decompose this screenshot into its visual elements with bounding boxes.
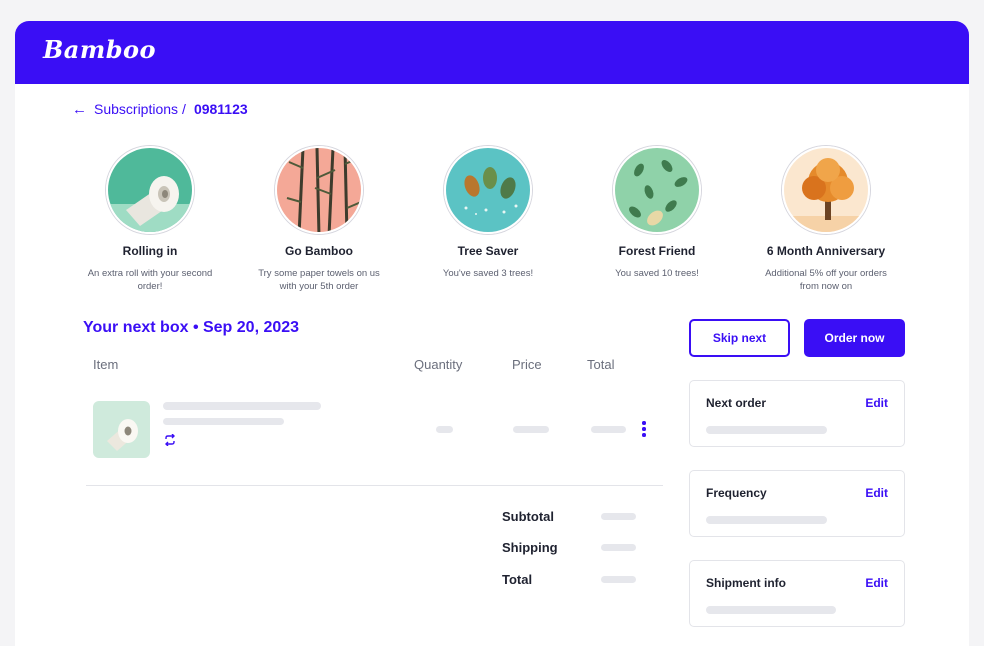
column-header-price: Price — [512, 357, 542, 372]
repeat-icon — [165, 434, 175, 446]
column-header-quantity: Quantity — [414, 357, 463, 372]
badge-rolling-in: Rolling in An extra roll with your secon… — [75, 146, 225, 293]
skip-next-button[interactable]: Skip next — [689, 319, 790, 357]
breadcrumb-separator: / — [182, 101, 186, 117]
breadcrumb-current: 0981123 — [193, 101, 248, 117]
price-placeholder — [513, 426, 549, 433]
total-label: Total — [502, 572, 533, 587]
badge-go-bamboo: Go Bamboo Try some paper towels on us wi… — [244, 146, 394, 293]
badge-tree-saver: Tree Saver You've saved 3 trees! — [413, 146, 563, 280]
shipment-info-placeholder — [706, 606, 836, 614]
card-title: Shipment info — [706, 576, 786, 590]
column-header-total: Total — [587, 357, 615, 372]
leaves-icon — [444, 146, 532, 234]
frequency-placeholder — [706, 516, 827, 524]
product-detail-placeholder — [163, 418, 284, 425]
edit-shipment-info-link[interactable]: Edit — [865, 576, 888, 590]
badge-description: Try some paper towels on us with your 5t… — [258, 268, 380, 292]
breadcrumb-subscriptions-link[interactable]: Subscriptions — [94, 101, 178, 117]
autumn-tree-icon — [782, 146, 870, 234]
shipping-label: Shipping — [502, 540, 558, 555]
total-placeholder — [591, 426, 626, 433]
order-now-button[interactable]: Order now — [804, 319, 905, 357]
badge-6-month-anniversary: 6 Month Anniversary Additional 5% off yo… — [751, 146, 901, 293]
toilet-roll-icon — [106, 146, 194, 234]
more-options-icon[interactable] — [640, 421, 648, 439]
edit-next-order-link[interactable]: Edit — [865, 396, 888, 410]
divider — [86, 485, 663, 486]
quantity-placeholder — [436, 426, 453, 433]
total-amount-placeholder — [601, 576, 636, 583]
badge-forest-friend: Forest Friend You saved 10 trees! — [582, 146, 732, 280]
frequency-card: Frequency Edit — [689, 470, 905, 537]
bamboo-logo[interactable]: Bamboo — [43, 35, 156, 64]
product-thumbnail — [93, 401, 150, 458]
badge-title: Forest Friend — [618, 244, 696, 258]
edit-frequency-link[interactable]: Edit — [865, 486, 888, 500]
product-name-placeholder — [163, 402, 321, 410]
column-header-item: Item — [93, 357, 119, 372]
shipment-info-card: Shipment info Edit — [689, 560, 905, 627]
bamboo-icon — [275, 146, 363, 234]
achievement-badges: Rolling in An extra roll with your secon… — [75, 146, 919, 296]
next-box-title: Your next box • Sep 20, 2023 — [83, 319, 300, 336]
next-order-placeholder — [706, 426, 827, 434]
badge-title: Tree Saver — [457, 244, 519, 258]
badge-description: An extra roll with your second order! — [87, 268, 213, 292]
arrow-left-icon[interactable]: ← — [72, 102, 87, 117]
subtotal-label: Subtotal — [502, 509, 554, 524]
top-bar: Bamboo — [15, 21, 969, 84]
card-title: Frequency — [706, 486, 767, 500]
badge-title: Rolling in — [122, 244, 178, 258]
badge-title: Go Bamboo — [285, 244, 353, 258]
shipping-placeholder — [601, 544, 636, 551]
falling-leaves-icon — [613, 146, 701, 234]
badge-description: You've saved 3 trees! — [442, 268, 534, 279]
card-title: Next order — [706, 396, 767, 410]
subtotal-placeholder — [601, 513, 636, 520]
next-order-card: Next order Edit — [689, 380, 905, 447]
badge-description: You saved 10 trees! — [615, 268, 699, 279]
badge-title: 6 Month Anniversary — [766, 244, 886, 258]
badge-description: Additional 5% off your orders from now o… — [765, 268, 887, 292]
breadcrumb: ← Subscriptions / 0981123 — [72, 99, 248, 119]
